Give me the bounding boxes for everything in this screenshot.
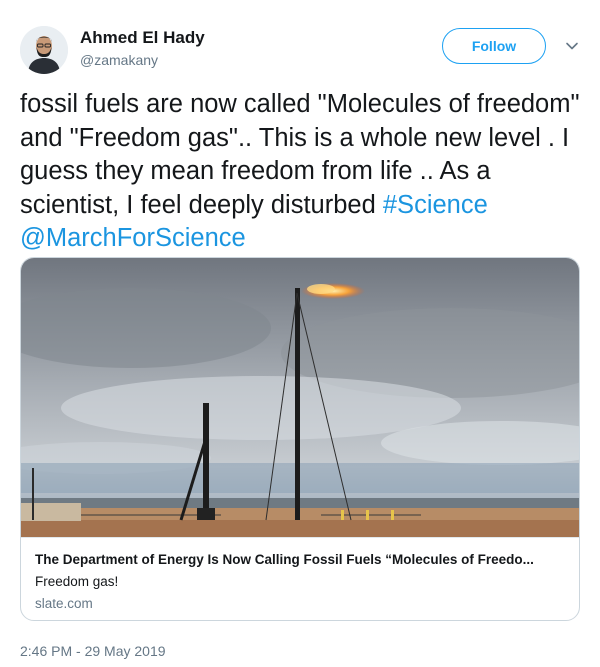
chevron-down-icon[interactable] bbox=[564, 38, 580, 54]
mention-link[interactable]: @MarchForScience bbox=[20, 224, 246, 252]
card-image bbox=[21, 258, 579, 537]
follow-button[interactable]: Follow bbox=[442, 28, 546, 64]
author-name[interactable]: Ahmed El Hady bbox=[80, 28, 205, 48]
tweet-timestamp[interactable]: 2:46 PM - 29 May 2019 bbox=[20, 643, 166, 659]
link-card[interactable]: The Department of Energy Is Now Calling … bbox=[20, 257, 580, 621]
card-body: The Department of Energy Is Now Calling … bbox=[21, 537, 579, 620]
user-avatar-icon bbox=[20, 26, 68, 74]
card-title: The Department of Energy Is Now Calling … bbox=[35, 552, 534, 567]
tweet-body-text: fossil fuels are now called "Molecules o… bbox=[20, 90, 580, 219]
avatar[interactable] bbox=[20, 26, 68, 74]
tweet-header: Ahmed El Hady @zamakany Follow bbox=[20, 22, 580, 74]
card-description: Freedom gas! bbox=[35, 574, 119, 589]
author-handle[interactable]: @zamakany bbox=[80, 52, 158, 68]
card-domain: slate.com bbox=[35, 596, 93, 611]
hashtag-link[interactable]: #Science bbox=[383, 191, 488, 219]
tweet-text: fossil fuels are now called "Molecules o… bbox=[20, 88, 582, 256]
